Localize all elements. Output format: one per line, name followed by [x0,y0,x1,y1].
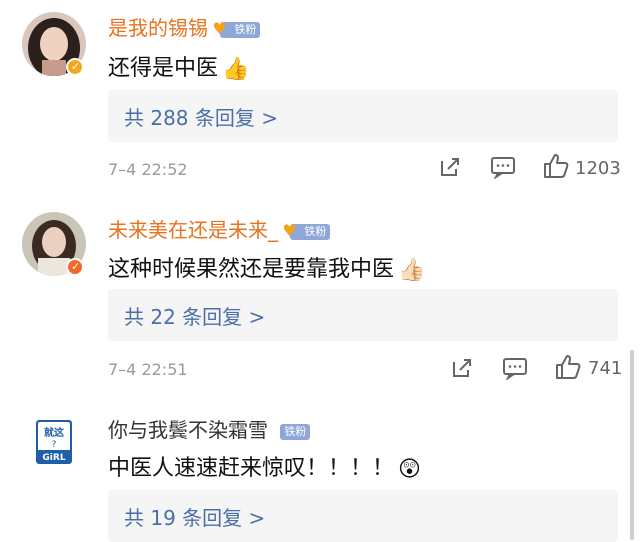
replies-link[interactable]: 共 22 条回复 > [108,289,618,341]
avatar-text-mid: ? [52,440,57,450]
like-count: 741 [588,358,623,379]
fan-badge: ♥ 铁粉 [282,221,331,240]
avatar-text-bottom: GiRL [42,453,65,463]
share-icon[interactable] [438,155,462,185]
comment-text: 这种时候果然还是要靠我中医 👍🏻 [108,257,426,283]
username[interactable]: 未来美在还是未来_ ♥ 铁粉 [108,214,331,243]
verified-icon [66,258,84,276]
comment-icon[interactable] [490,155,516,185]
scrollbar[interactable] [630,350,634,540]
heart-icon: ♥ [282,220,297,240]
verified-icon [66,58,84,76]
username[interactable]: 你与我鬓不染霜雪 铁粉 [108,414,311,443]
surprised-emoji: 😲 [398,456,421,482]
replies-link[interactable]: 共 19 条回复 > [108,490,618,542]
timestamp: 7–4 22:52 [108,160,188,179]
like-icon[interactable] [542,152,570,182]
comment-text: 中医人速速赶来惊叹！！！！ 😲 [108,456,421,482]
like-count: 1203 [575,158,621,179]
fan-badge: ♥ 铁粉 [212,19,261,38]
avatar-text-top: 就这 [44,426,64,439]
heart-icon: ♥ [212,18,227,38]
comment-icon[interactable] [502,356,528,386]
like-icon[interactable] [554,353,582,383]
fan-badge: 铁粉 [280,423,311,440]
replies-link[interactable]: 共 288 条回复 > [108,90,618,142]
timestamp: 7–4 22:51 [108,360,188,379]
user-avatar[interactable]: 就这 ? GiRL [22,410,86,474]
thumbs-up-emoji: 👍🏻 [398,257,426,283]
username[interactable]: 是我的锡锡 ♥ 铁粉 [108,12,261,41]
share-icon[interactable] [450,356,474,386]
thumbs-up-emoji: 👍 [222,56,250,82]
comment-text: 还得是中医 👍 [108,56,250,82]
